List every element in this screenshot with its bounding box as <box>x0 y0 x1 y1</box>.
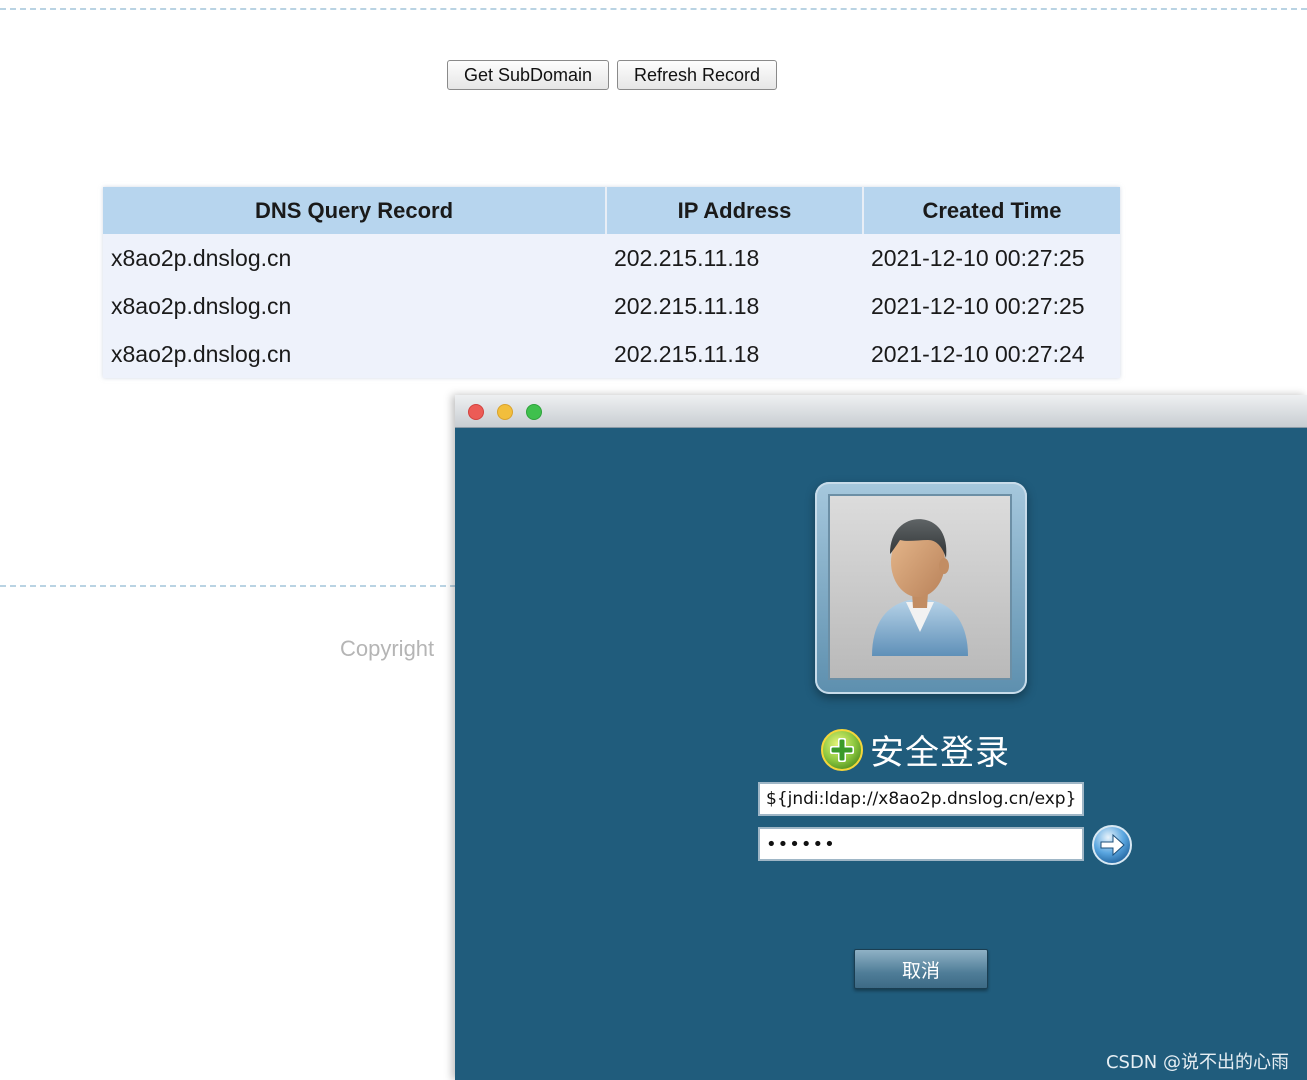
table-row: x8ao2p.dnslog.cn 202.215.11.18 2021-12-1… <box>103 234 1120 282</box>
security-shield-icon <box>821 728 863 771</box>
cell-dns-query: x8ao2p.dnslog.cn <box>111 292 292 319</box>
refresh-record-button[interactable]: Refresh Record <box>617 60 777 90</box>
header-ip-address: IP Address <box>605 187 864 234</box>
csdn-watermark: CSDN @说不出的心雨 <box>1105 1052 1289 1073</box>
cell-created-time: 2021-12-10 00:27:24 <box>870 340 1085 367</box>
cell-dns-query: x8ao2p.dnslog.cn <box>111 340 292 367</box>
minimize-window-icon[interactable] <box>497 404 513 420</box>
arrow-right-icon[interactable] <box>1091 824 1133 866</box>
avatar-frame <box>815 482 1027 694</box>
header-dns-query-record: DNS Query Record <box>103 187 607 234</box>
window-titlebar[interactable] <box>455 395 1307 428</box>
cancel-button[interactable]: 取消 <box>854 949 988 989</box>
user-avatar-icon <box>828 494 1012 680</box>
middle-dashed-divider <box>0 585 456 587</box>
toolbar: Get SubDomain Refresh Record <box>447 60 777 90</box>
cell-ip-address: 202.215.11.18 <box>613 292 760 319</box>
cell-created-time: 2021-12-10 00:27:25 <box>870 292 1085 319</box>
cell-created-time: 2021-12-10 00:27:25 <box>870 244 1085 271</box>
get-subdomain-button[interactable]: Get SubDomain <box>447 60 609 90</box>
zoom-window-icon[interactable] <box>526 404 542 420</box>
cell-ip-address: 202.215.11.18 <box>613 340 760 367</box>
cell-dns-query: x8ao2p.dnslog.cn <box>111 244 292 271</box>
table-header-row: DNS Query Record IP Address Created Time <box>103 187 1120 234</box>
top-dashed-divider <box>0 8 1307 10</box>
username-input[interactable] <box>758 782 1084 816</box>
login-title: 安全登录 <box>870 733 1010 773</box>
cell-ip-address: 202.215.11.18 <box>613 244 760 271</box>
password-input[interactable] <box>758 827 1084 861</box>
login-window: 安全登录 取消 <box>455 395 1307 1080</box>
table-row: x8ao2p.dnslog.cn 202.215.11.18 2021-12-1… <box>103 282 1120 330</box>
copyright-text: Copyright <box>340 636 435 661</box>
table-row: x8ao2p.dnslog.cn 202.215.11.18 2021-12-1… <box>103 330 1120 378</box>
header-created-time: Created Time <box>862 187 1120 234</box>
login-title-row: 安全登录 <box>820 725 1010 774</box>
close-window-icon[interactable] <box>468 404 484 420</box>
dns-record-table: DNS Query Record IP Address Created Time… <box>103 187 1120 378</box>
